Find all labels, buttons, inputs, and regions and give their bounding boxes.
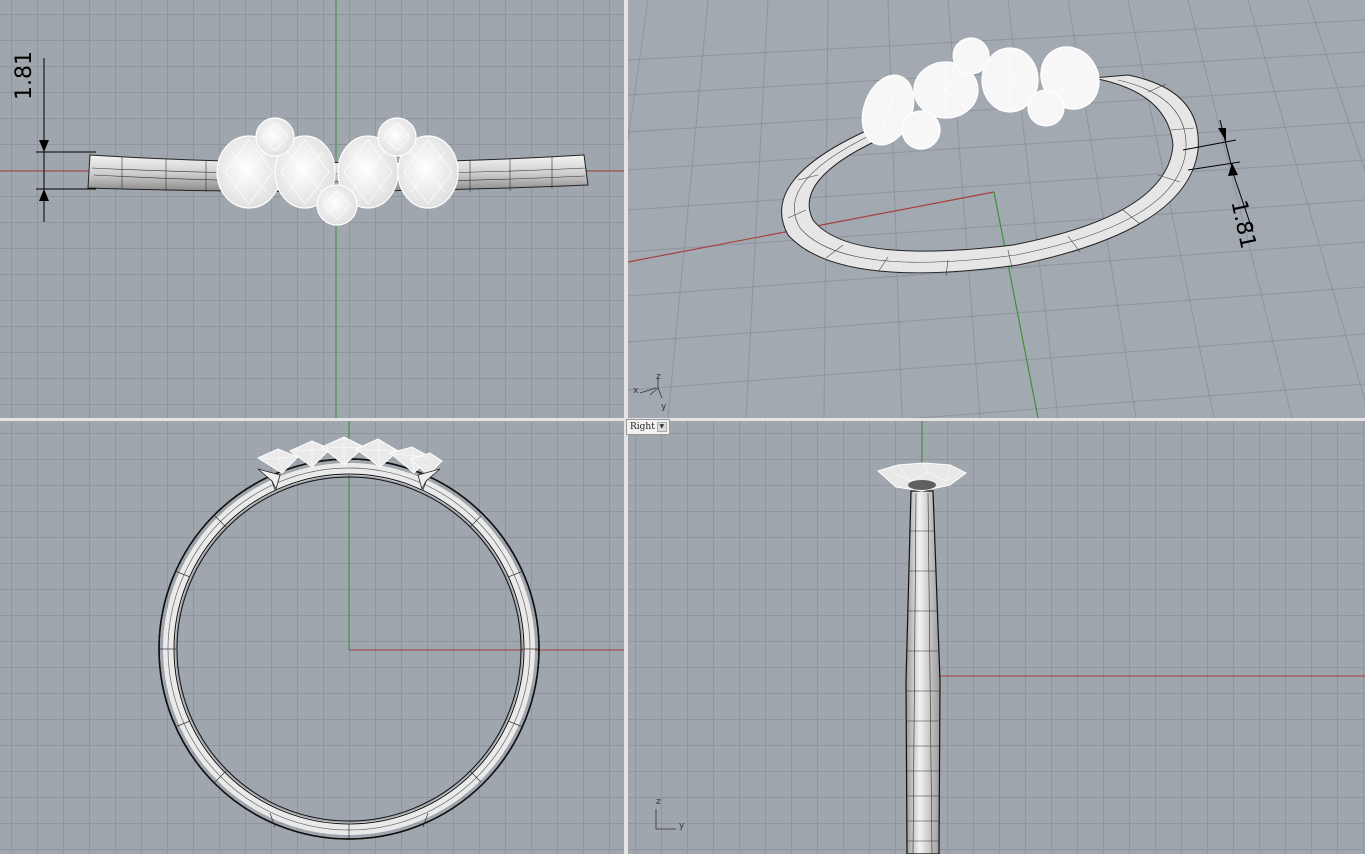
axis-label-z: z — [656, 797, 661, 807]
viewport-divider-horizontal[interactable] — [0, 418, 1365, 421]
top-viewport[interactable] — [0, 421, 624, 854]
axis-label-x: x — [633, 386, 639, 396]
axis-label-y: y — [679, 821, 685, 831]
perspective-viewport[interactable]: 1.81 x z y — [628, 0, 1365, 418]
y-axis-line — [993, 191, 1039, 418]
gem-cluster — [216, 117, 459, 226]
right-view-model — [655, 421, 1365, 854]
perspective-grid — [628, 0, 1365, 418]
right-viewport[interactable]: z y — [628, 421, 1365, 854]
dimension-label: 1.81 — [12, 51, 37, 100]
axis-label-y: y — [661, 402, 667, 412]
chevron-down-icon[interactable]: ▼ — [656, 422, 667, 432]
axis-label-z: z — [656, 372, 661, 382]
viewport-title-label: Right — [630, 422, 655, 432]
front-view-model — [0, 0, 624, 418]
gem-cluster — [861, 37, 1100, 150]
viewport-title-right[interactable]: Right ▼ — [626, 419, 670, 435]
axis-icon — [655, 809, 676, 830]
front-viewport[interactable]: 1.81 — [0, 0, 624, 418]
top-view-model — [158, 421, 624, 840]
